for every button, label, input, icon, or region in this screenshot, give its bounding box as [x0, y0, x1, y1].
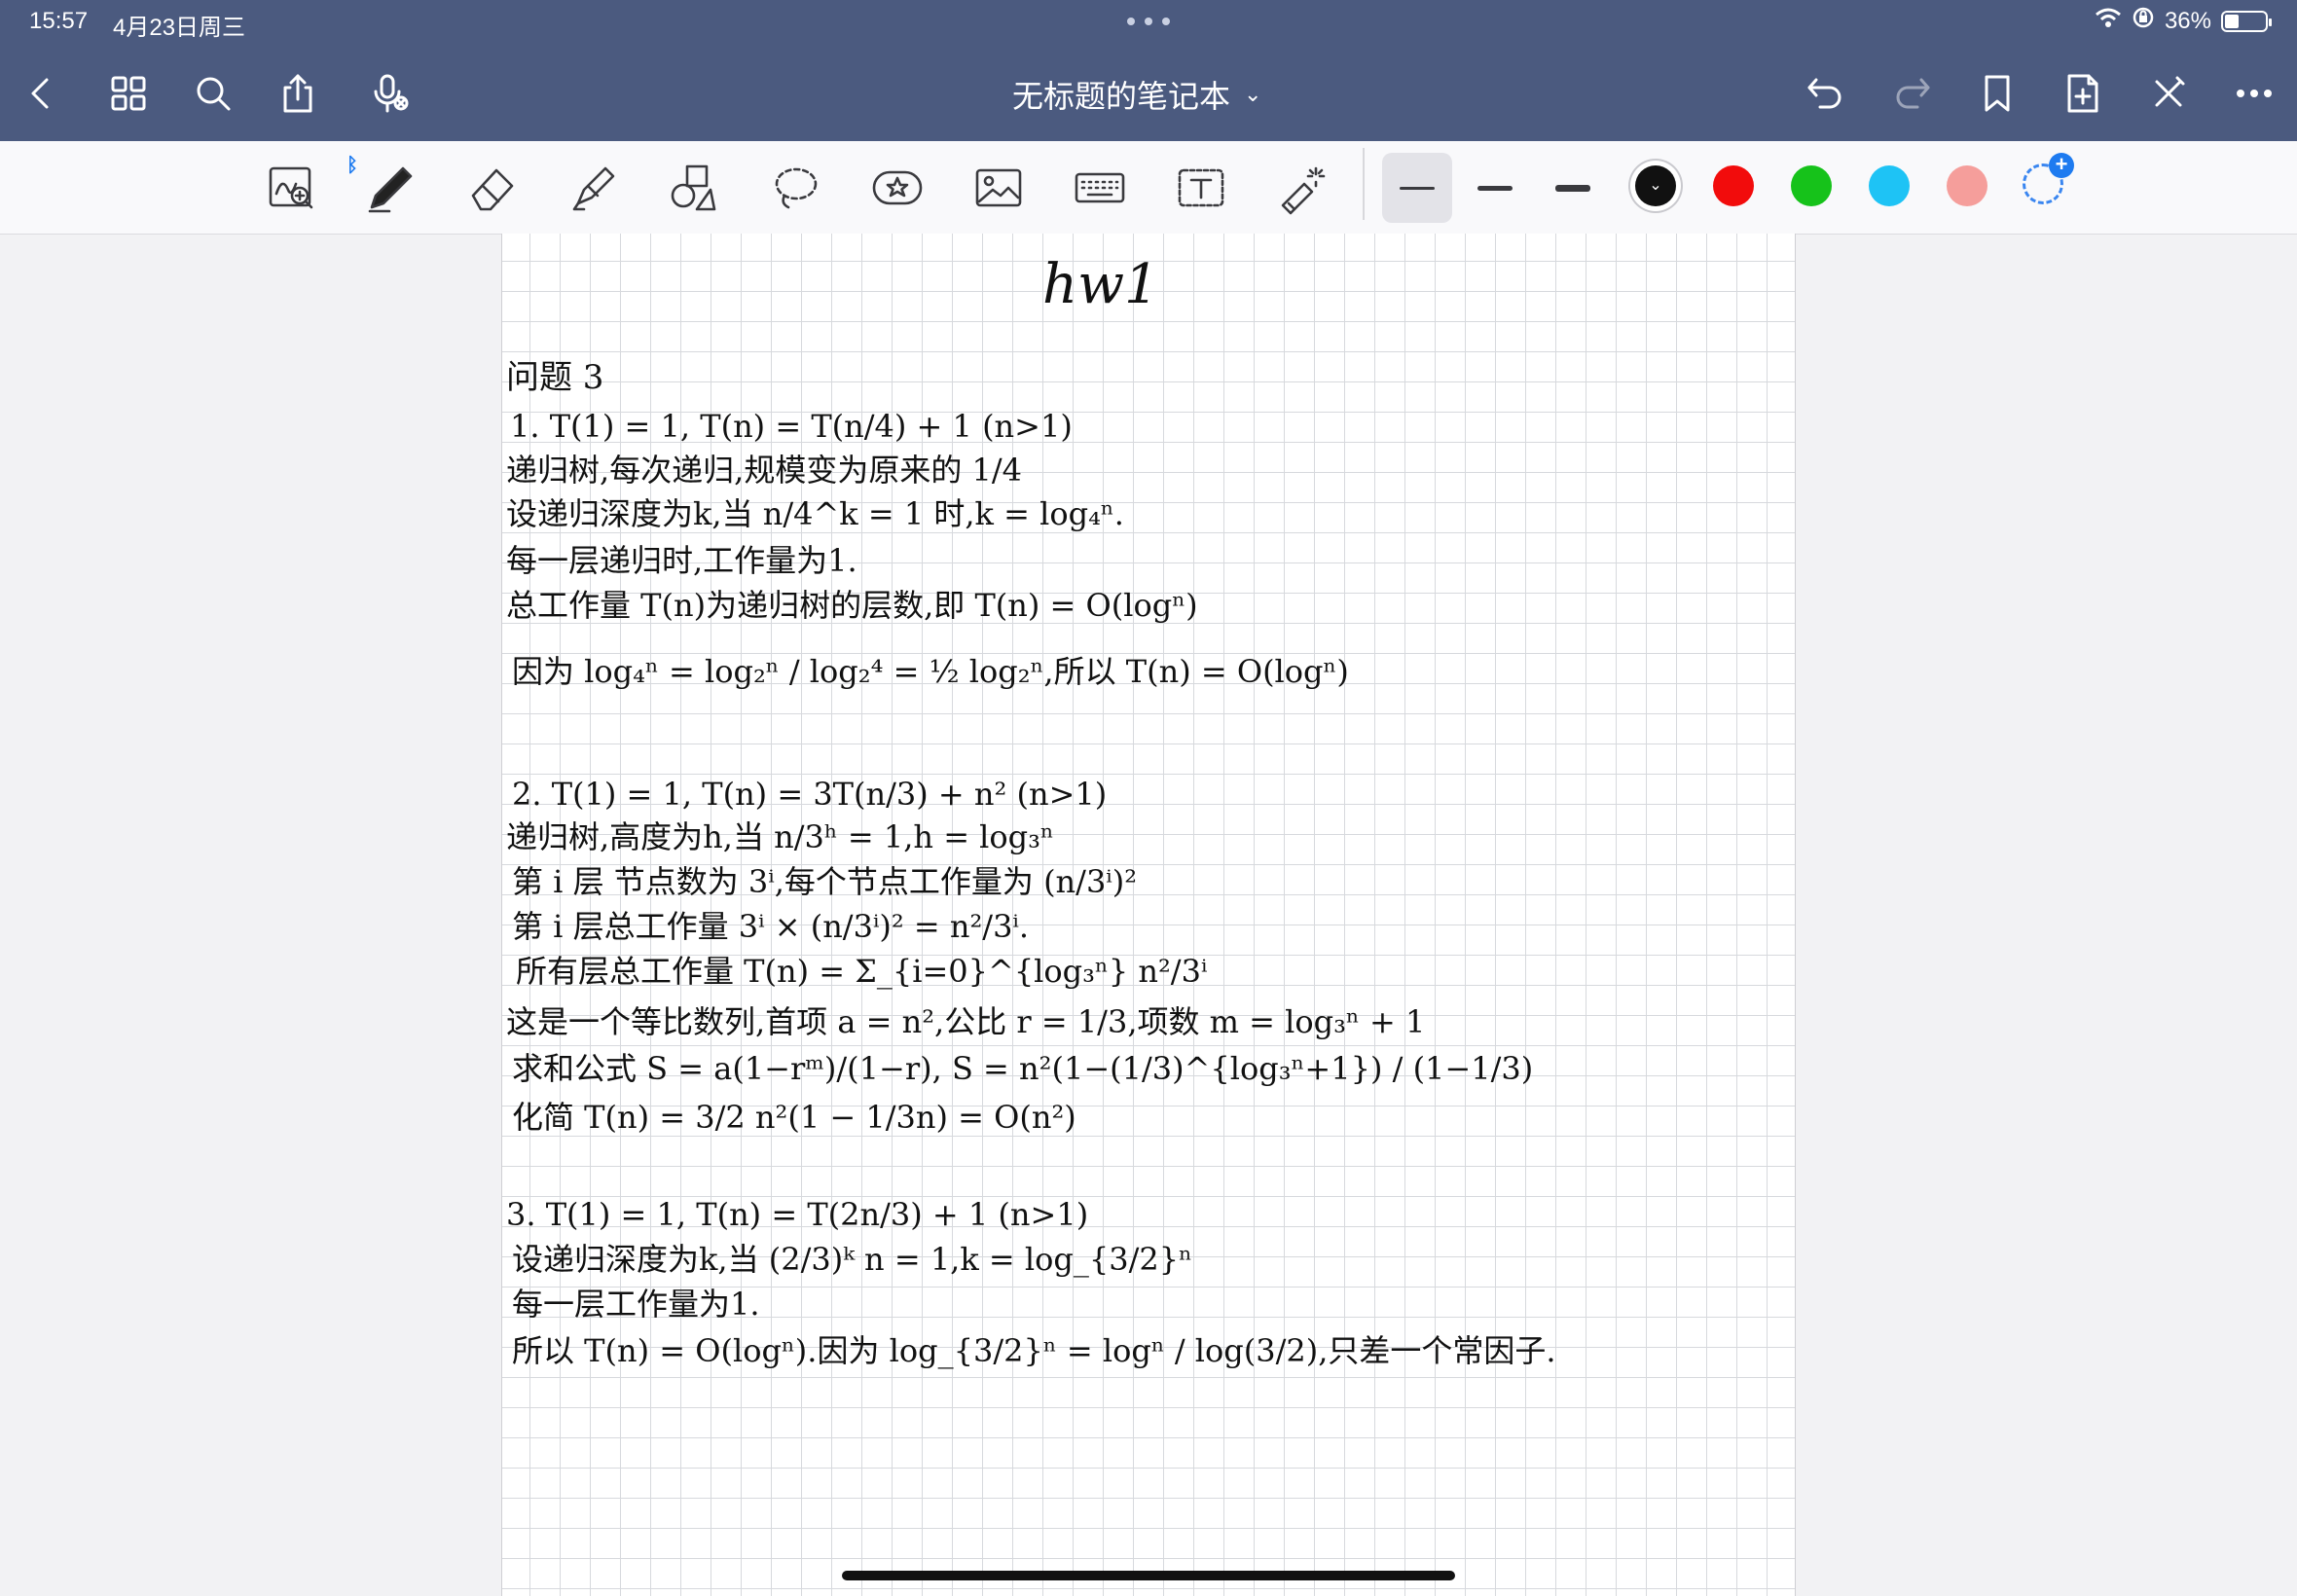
close-icon[interactable]	[2143, 68, 2194, 119]
note-line: 递归树,每次递归,规模变为原来的 1/4	[506, 452, 1023, 489]
wifi-icon	[2095, 7, 2122, 35]
top-bar: 15:57 4月23日周三 36% 无标题的笔记本 ⌄	[0, 0, 2297, 141]
note-line: 求和公式 S = a(1−rᵐ)/(1−r), S = n²(1−(1/3)^{…	[512, 1050, 1534, 1087]
battery-percent: 36%	[2164, 7, 2211, 34]
sticker-icon[interactable]	[868, 159, 927, 217]
note-line: 第 i 层总工作量 3ⁱ × (n/3ⁱ)² = n²/3ⁱ.	[512, 908, 1030, 945]
color-swatch[interactable]	[1713, 165, 1754, 206]
stroke-medium-button[interactable]	[1460, 153, 1530, 223]
bookmark-icon[interactable]	[1972, 68, 2023, 119]
note-line: 因为 log₄ⁿ = log₂ⁿ / log₂⁴ = ½ log₂ⁿ,所以 T(…	[512, 653, 1349, 690]
back-icon[interactable]	[16, 68, 66, 119]
orientation-lock-icon	[2132, 6, 2155, 36]
color-swatch[interactable]	[1869, 165, 1910, 206]
home-indicator[interactable]	[842, 1571, 1455, 1580]
laser-pointer-icon[interactable]	[1273, 159, 1331, 217]
battery-icon	[2221, 10, 2272, 32]
note-line: 化简 T(n) = 3/2 n²(1 − 1/3n) = O(n²)	[512, 1099, 1076, 1136]
note-line: 每一层工作量为1.	[512, 1286, 760, 1323]
chevron-down-icon: ⌄	[1649, 177, 1662, 194]
page-title: hw1	[1042, 253, 1159, 316]
status-date: 4月23日周三	[113, 15, 246, 41]
toolbar-divider	[1363, 148, 1365, 220]
lasso-icon[interactable]	[767, 159, 825, 217]
redo-icon[interactable]	[1886, 68, 1937, 119]
notebook-title-text: 无标题的笔记本	[1012, 79, 1231, 114]
notebook-page[interactable]: hw1 问题 3 1. T(1) = 1, T(n) = T(n/4) + 1 …	[501, 234, 1796, 1596]
search-icon[interactable]	[188, 68, 238, 119]
more-icon[interactable]	[2229, 68, 2279, 119]
zoom-window-icon[interactable]	[263, 159, 321, 217]
keyboard-icon[interactable]	[1071, 159, 1129, 217]
notebook-title[interactable]: 无标题的笔记本 ⌄	[1012, 72, 1261, 117]
note-line: 所有层总工作量 T(n) = Σ_{i=0}^{log₃ⁿ} n²/3ⁱ	[516, 953, 1208, 990]
note-line: 2. T(1) = 1, T(n) = 3T(n/3) + n² (n>1)	[512, 776, 1108, 813]
stroke-thick-button[interactable]	[1538, 153, 1608, 223]
bluetooth-icon: ᛒ	[346, 155, 358, 176]
note-line: 所以 T(n) = O(logⁿ).因为 log_{3/2}ⁿ = logⁿ /…	[512, 1332, 1556, 1369]
stroke-thin-button[interactable]	[1382, 153, 1452, 223]
shapes-icon[interactable]	[666, 159, 724, 217]
note-line: 递归树,高度为h,当 n/3ʰ = 1,h = log₃ⁿ	[506, 818, 1054, 855]
note-line: 设递归深度为k,当 (2/3)ᵏ n = 1,k = log_{3/2}ⁿ	[512, 1241, 1192, 1278]
highlighter-icon[interactable]	[565, 159, 623, 217]
note-line: 3. T(1) = 1, T(n) = T(2n/3) + 1 (n>1)	[506, 1196, 1089, 1233]
note-line: 总工作量 T(n)为递归树的层数,即 T(n) = O(logⁿ)	[506, 587, 1198, 624]
status-right: 36%	[2095, 6, 2272, 36]
color-swatch[interactable]	[1791, 165, 1832, 206]
add-page-icon[interactable]	[2058, 68, 2108, 119]
plus-icon: +	[2049, 153, 2074, 178]
note-line: 每一层递归时,工作量为1.	[506, 542, 857, 579]
microphone-icon[interactable]	[364, 68, 415, 119]
note-line: 1. T(1) = 1, T(n) = T(n/4) + 1 (n>1)	[510, 408, 1073, 445]
note-line: 设递归深度为k,当 n/4^k = 1 时,k = log₄ⁿ.	[506, 495, 1124, 532]
multitasking-dots[interactable]	[1127, 18, 1170, 27]
undo-icon[interactable]	[1801, 68, 1851, 119]
section-heading: 问题 3	[506, 358, 604, 397]
image-icon[interactable]	[969, 159, 1028, 217]
status-time: 15:57	[29, 8, 89, 34]
pen-icon[interactable]	[362, 159, 420, 217]
note-line: 这是一个等比数列,首项 a = n²,公比 r = 1/3,项数 m = log…	[506, 1003, 1426, 1040]
eraser-icon[interactable]	[463, 159, 522, 217]
chevron-down-icon: ⌄	[1244, 82, 1262, 106]
grid-icon[interactable]	[103, 68, 154, 119]
color-swatch[interactable]	[1947, 165, 1987, 206]
share-icon[interactable]	[273, 68, 323, 119]
add-color-button[interactable]: +	[2023, 153, 2074, 204]
color-swatch[interactable]: ⌄	[1635, 165, 1676, 206]
text-box-icon[interactable]	[1172, 159, 1230, 217]
note-line: 第 i 层 节点数为 3ⁱ,每个节点工作量为 (n/3ⁱ)²	[512, 863, 1138, 900]
